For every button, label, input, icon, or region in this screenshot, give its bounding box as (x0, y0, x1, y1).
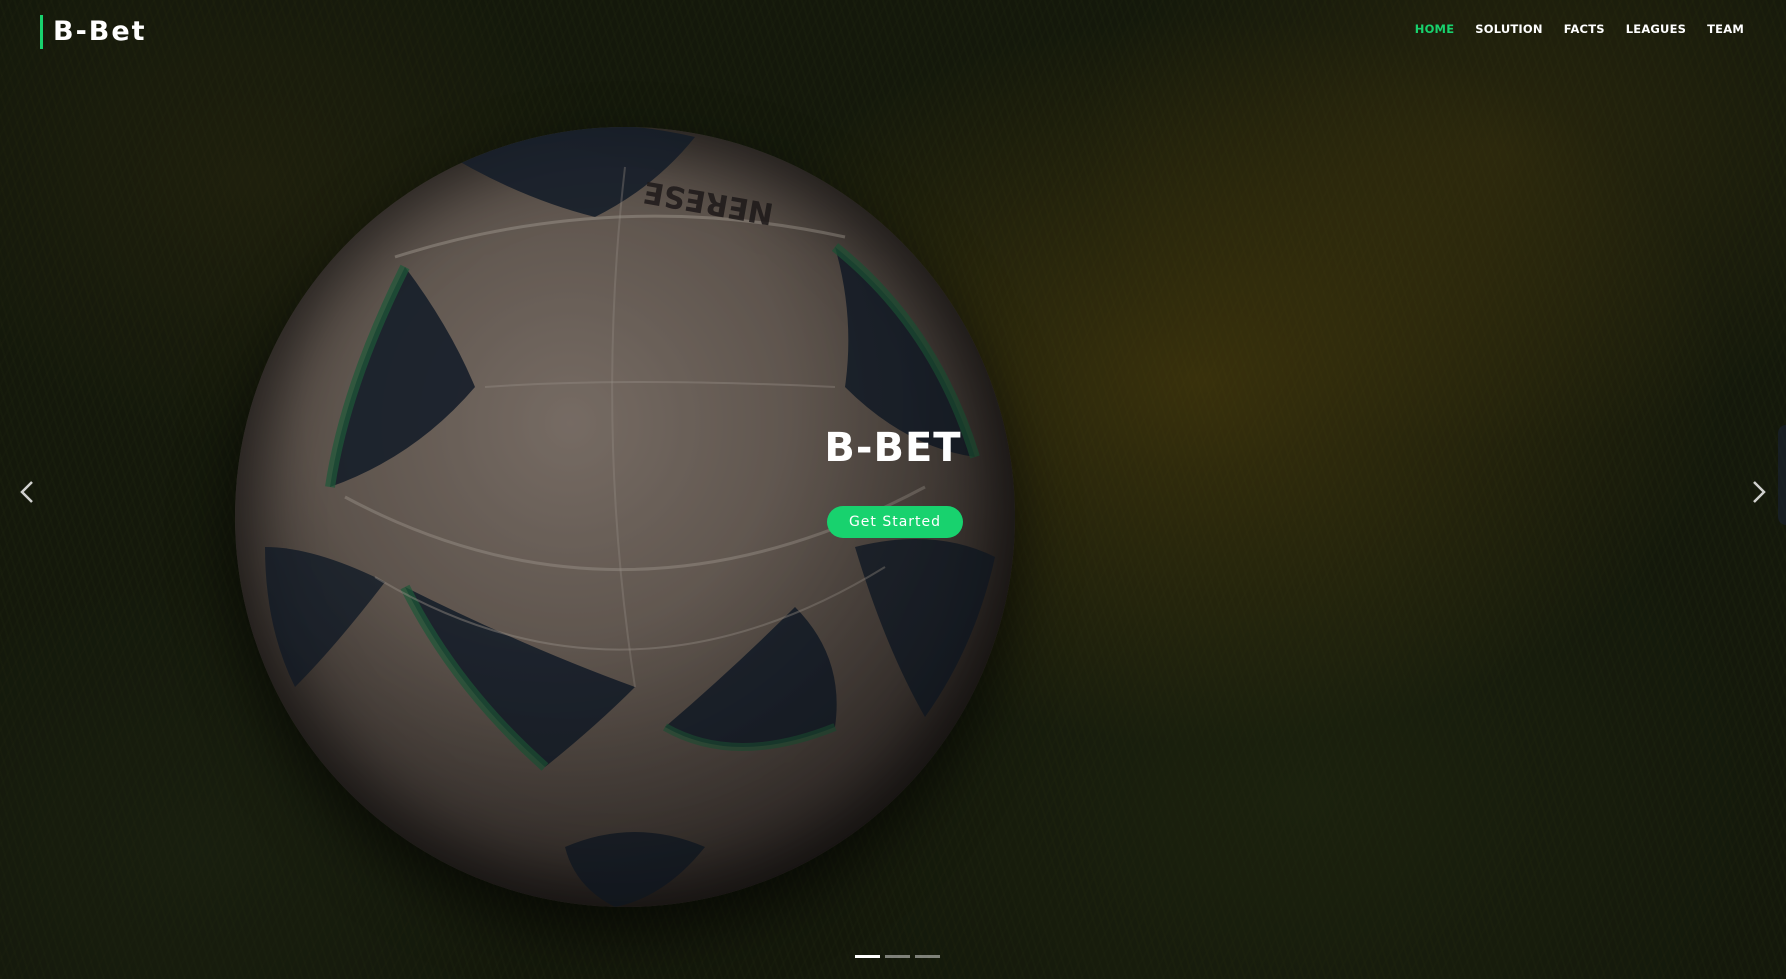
carousel-indicator-3[interactable] (915, 955, 940, 958)
carousel-next-button[interactable] (1747, 478, 1771, 506)
chevron-left-icon (20, 481, 33, 503)
site-logo[interactable]: B-Bet (40, 15, 147, 49)
nav-item-home[interactable]: HOME (1415, 20, 1455, 38)
nav-item-facts[interactable]: FACTS (1564, 20, 1605, 38)
hero-title: B-BET (824, 425, 962, 471)
main-nav: HOME SOLUTION FACTS LEAGUES TEAM (1415, 20, 1744, 38)
get-started-button[interactable]: Get Started (827, 506, 963, 538)
nav-item-solution[interactable]: SOLUTION (1475, 20, 1542, 38)
chevron-right-icon (1753, 481, 1766, 503)
carousel-indicator-1[interactable] (855, 955, 880, 958)
hero-carousel: NERESE B-Bet HOME SOLUTION FACTS LEAGUES… (0, 0, 1786, 979)
nav-item-team[interactable]: TEAM (1707, 20, 1744, 38)
carousel-indicator-2[interactable] (885, 955, 910, 958)
carousel-indicators (855, 955, 940, 958)
carousel-prev-button[interactable] (15, 478, 39, 506)
nav-item-leagues[interactable]: LEAGUES (1626, 20, 1686, 38)
